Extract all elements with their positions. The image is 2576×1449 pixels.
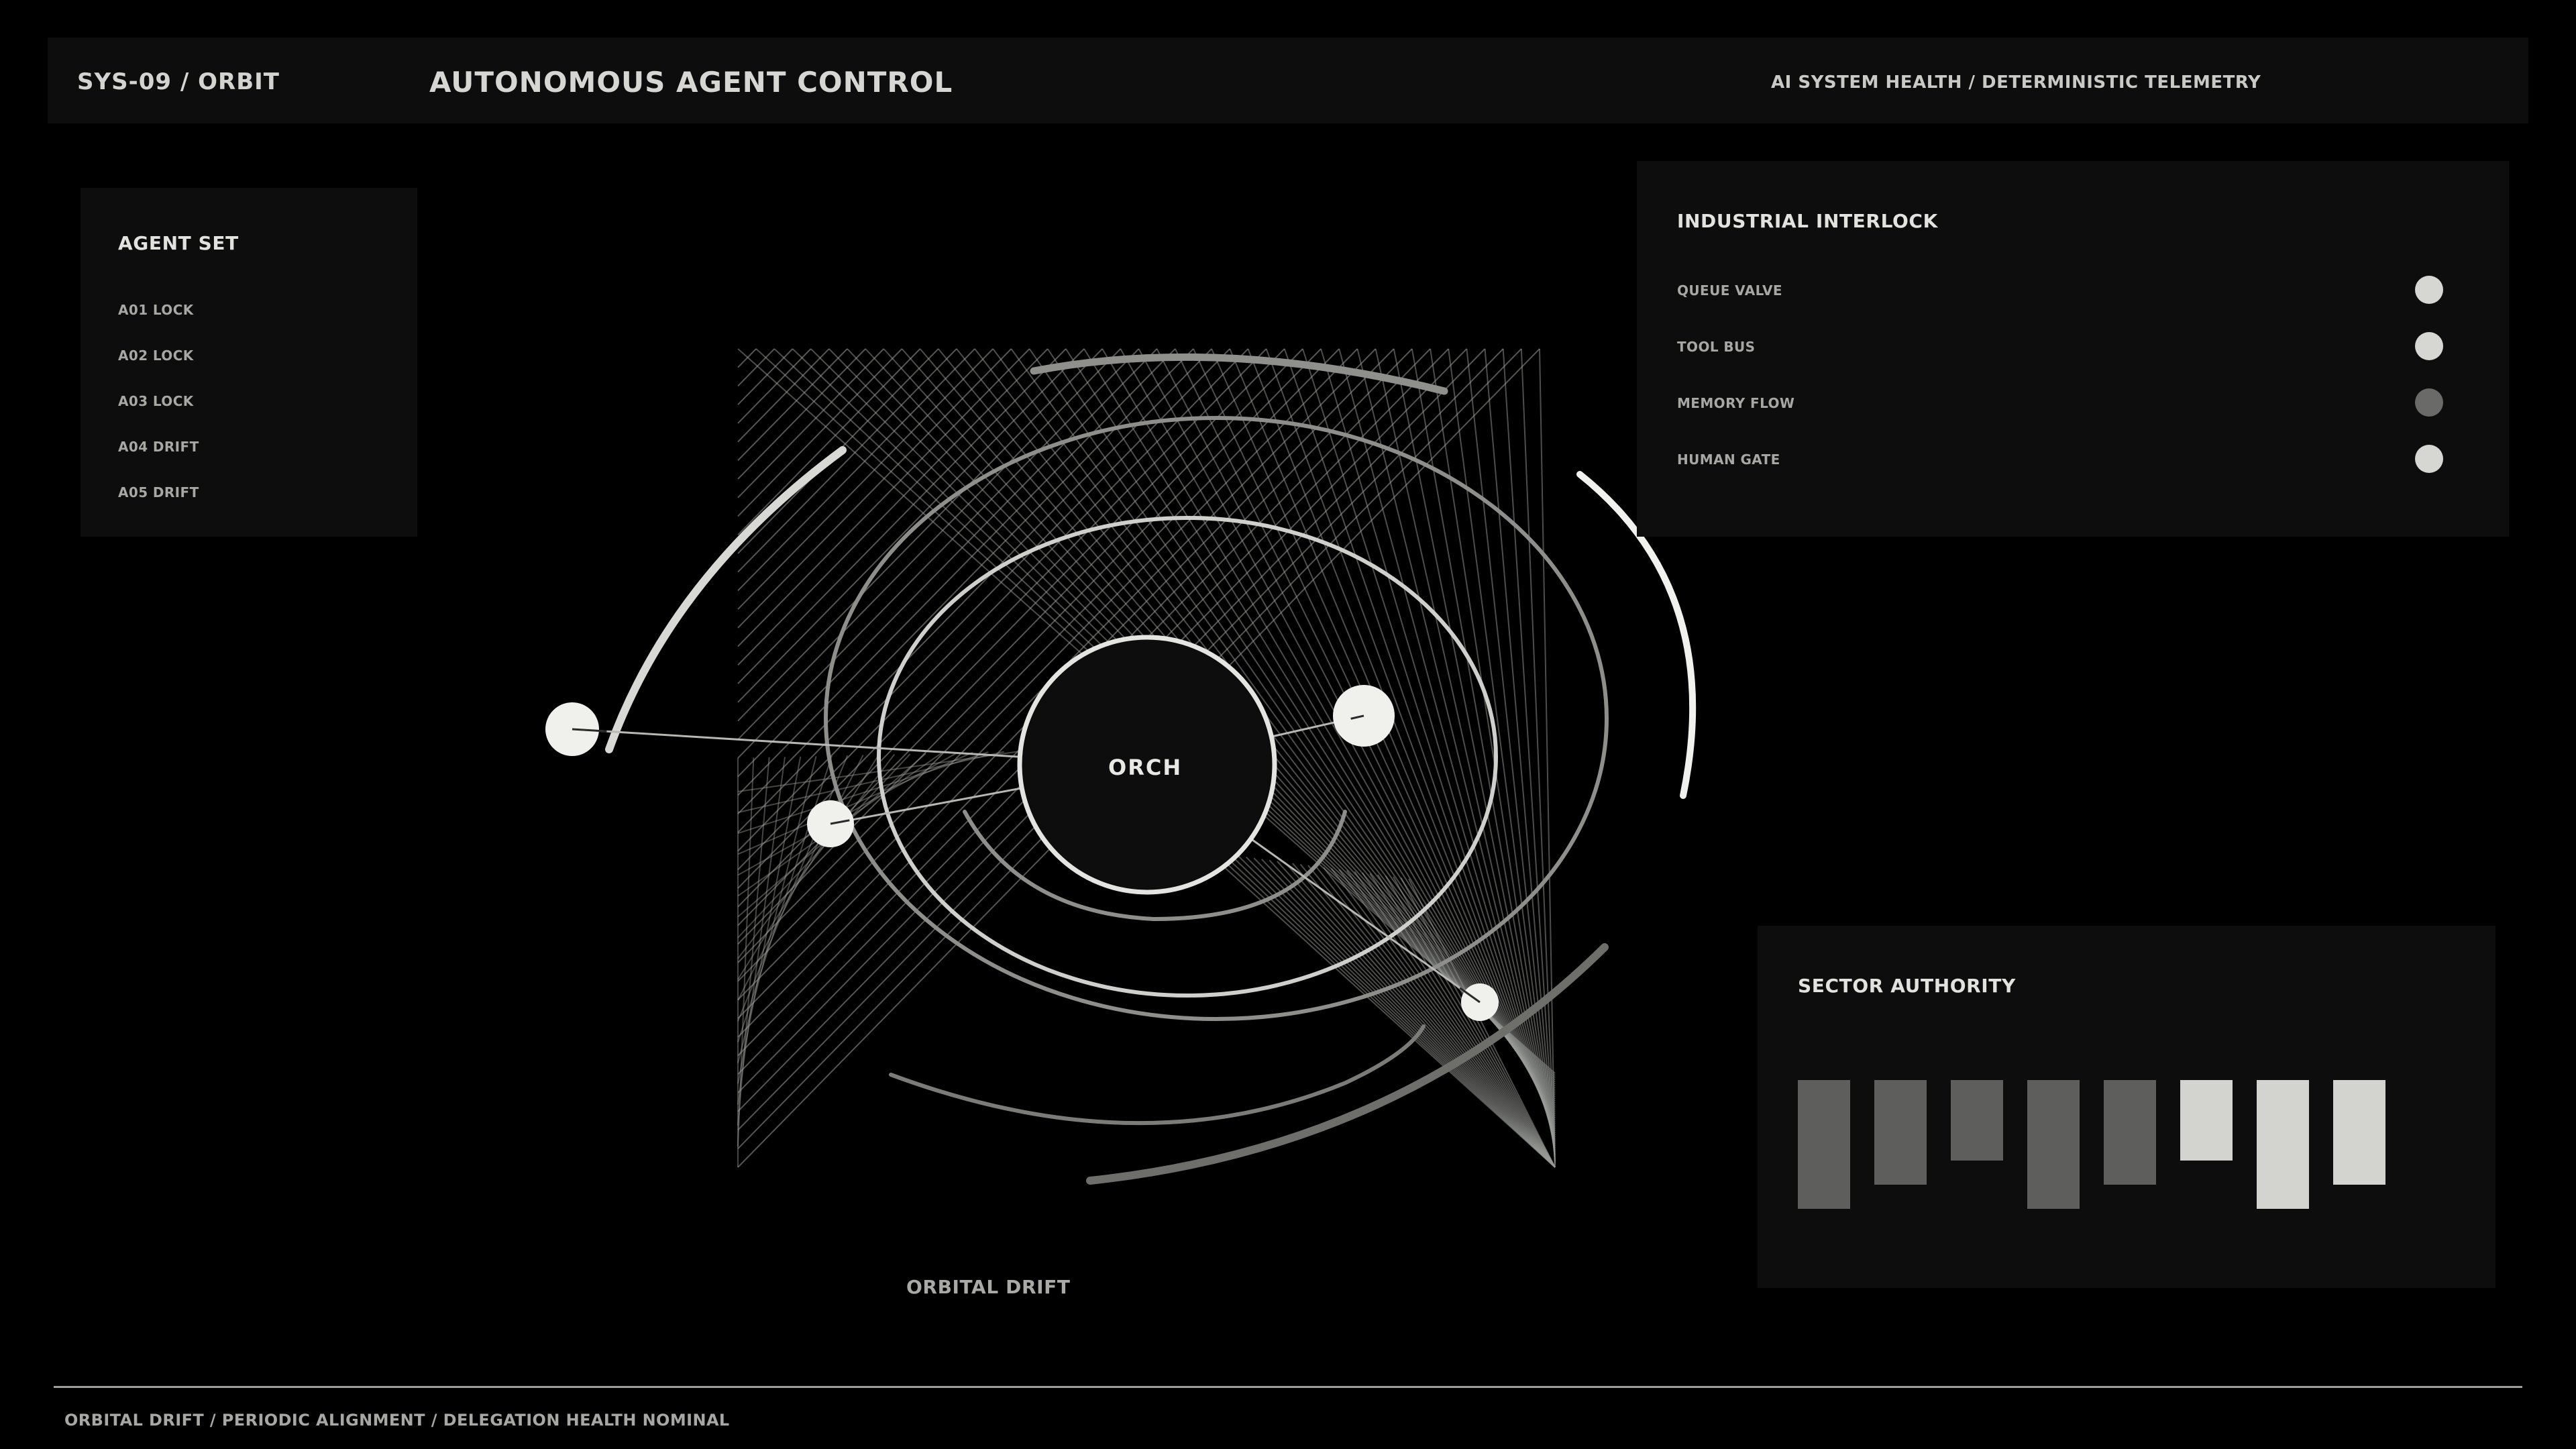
system-id: SYS-09 / ORBIT <box>77 68 280 95</box>
interlock-title: INDUSTRIAL INTERLOCK <box>1677 210 1938 232</box>
mesh-line <box>737 348 903 517</box>
interlock-row-tool-bus[interactable]: TOOL BUS <box>1677 332 2443 362</box>
agent-item[interactable]: A05 DRIFT <box>118 484 199 500</box>
authority-bar <box>1874 1080 1927 1185</box>
footer-status: ORBITAL DRIFT / PERIODIC ALIGNMENT / DEL… <box>64 1411 730 1430</box>
authority-bar <box>1798 1080 1850 1209</box>
agent-item[interactable]: A04 DRIFT <box>118 439 199 455</box>
outer-arc-left <box>605 446 847 753</box>
mesh-line <box>737 348 830 443</box>
mesh-line <box>737 348 866 480</box>
orbit-ring-lower <box>889 1024 1426 1126</box>
agent-set-title: AGENT SET <box>118 232 239 254</box>
interlock-row-memory-flow[interactable]: MEMORY FLOW <box>1677 388 2443 418</box>
telemetry-label: AI SYSTEM HEALTH / DETERMINISTIC TELEMET… <box>1771 72 2261 93</box>
interlock-label: MEMORY FLOW <box>1677 395 1795 411</box>
authority-bar <box>1951 1080 2003 1161</box>
mesh-line <box>1230 854 1556 1168</box>
status-indicator <box>2415 388 2443 417</box>
authority-bar <box>2257 1080 2309 1209</box>
mesh-line <box>737 348 812 424</box>
authority-bar <box>2104 1080 2156 1185</box>
mesh-line <box>1338 348 1556 1144</box>
authority-bar <box>2333 1080 2385 1185</box>
mesh-line <box>737 348 994 610</box>
orbit-caption: ORBITAL DRIFT <box>906 1276 1071 1298</box>
mesh-line <box>737 348 1340 963</box>
footer-divider <box>54 1386 2522 1388</box>
sector-authority-title: SECTOR AUTHORITY <box>1798 975 2016 997</box>
authority-bar <box>2027 1080 2080 1209</box>
mesh-line <box>737 348 1067 684</box>
interlock-label: HUMAN GATE <box>1677 451 1780 468</box>
status-indicator <box>2415 445 2443 473</box>
mesh-line <box>737 348 975 592</box>
orchestrator-label: ORCH <box>1108 755 1182 780</box>
agent-item[interactable]: A02 LOCK <box>118 347 194 364</box>
interlock-row-human-gate[interactable]: HUMAN GATE <box>1677 445 2443 474</box>
interlock-row-queue-valve[interactable]: QUEUE VALVE <box>1677 276 2443 305</box>
page-title: AUTONOMOUS AGENT CONTROL <box>429 66 953 99</box>
agent-set-panel: AGENT SET A01 LOCK A02 LOCK A03 LOCK A04… <box>80 188 417 537</box>
interlock-label: TOOL BUS <box>1677 339 1756 355</box>
status-indicator <box>2415 332 2443 360</box>
agent-item[interactable]: A01 LOCK <box>118 302 194 318</box>
authority-bar <box>2180 1080 2233 1161</box>
header-bar: SYS-09 / ORBIT AUTONOMOUS AGENT CONTROL … <box>48 38 2528 123</box>
agent-item[interactable]: A03 LOCK <box>118 393 194 409</box>
sector-authority-bars <box>1798 1080 2385 1209</box>
industrial-interlock-panel: INDUSTRIAL INTERLOCK QUEUE VALVE TOOL BU… <box>1637 161 2509 537</box>
sector-authority-panel: SECTOR AUTHORITY <box>1758 926 2496 1288</box>
status-indicator <box>2415 276 2443 304</box>
interlock-label: QUEUE VALVE <box>1677 282 1782 299</box>
